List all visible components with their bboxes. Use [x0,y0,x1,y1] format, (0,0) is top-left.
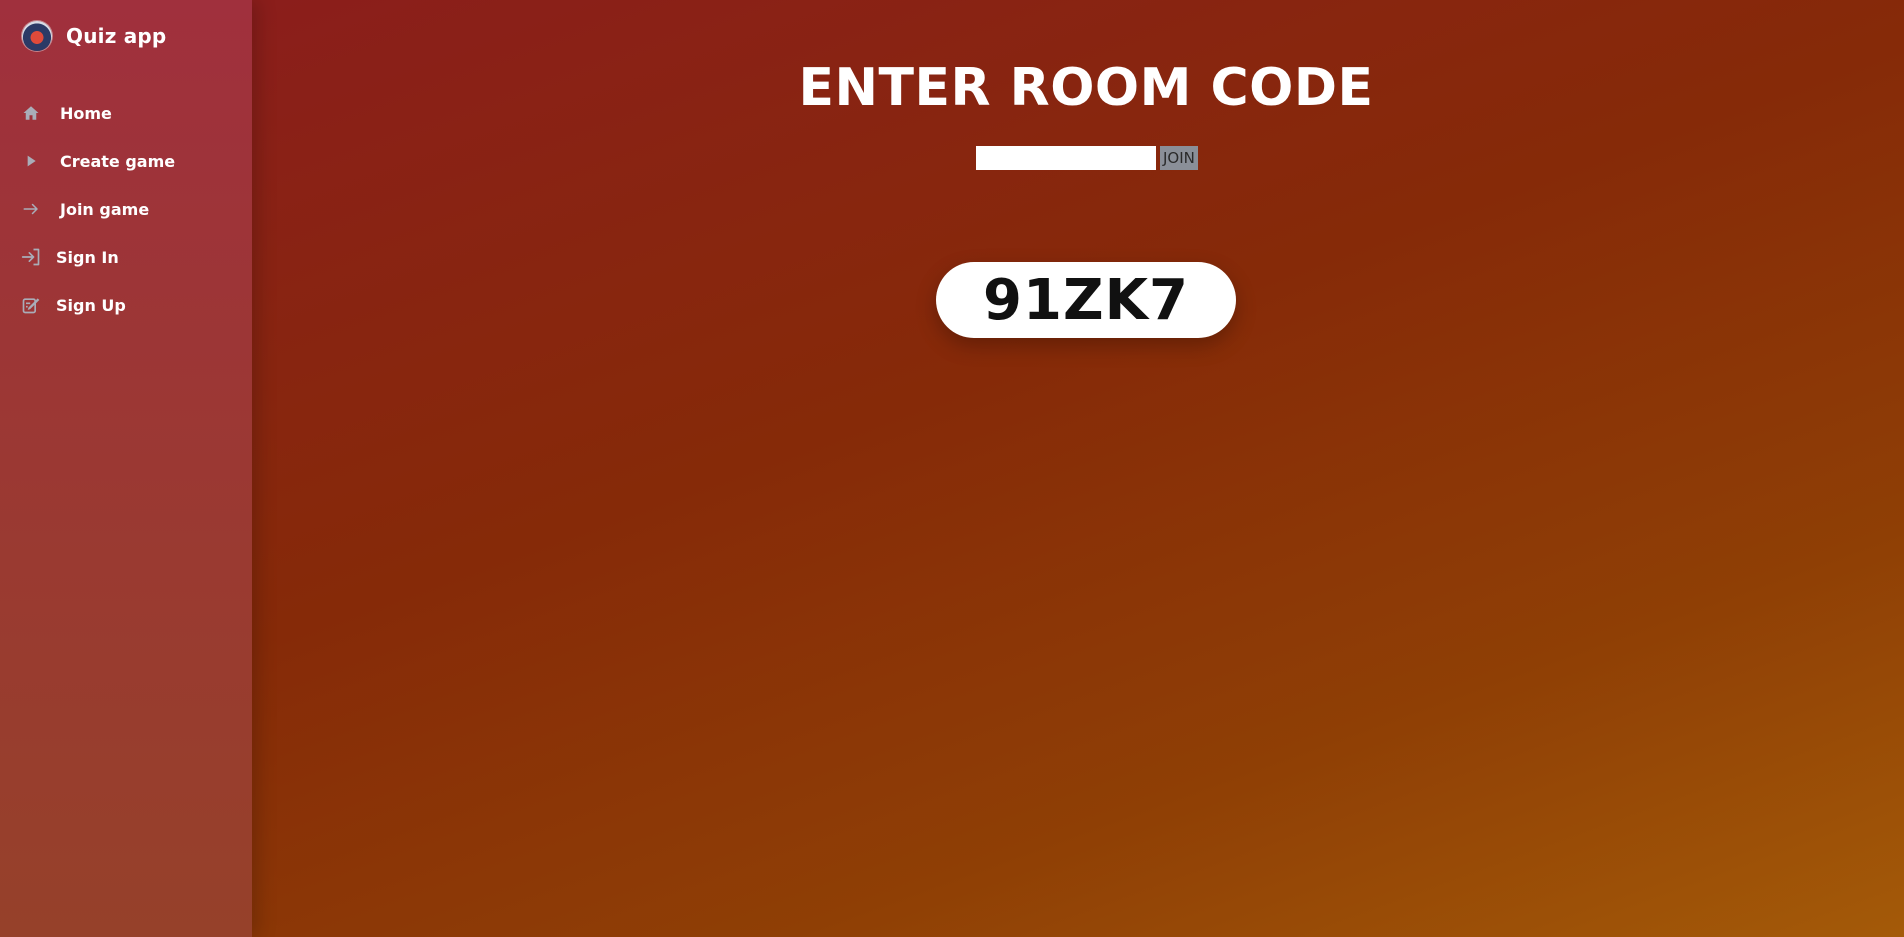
sidebar-item-home[interactable]: Home [20,98,112,128]
sidebar-item-label: Home [60,103,112,123]
sidebar-item-create-game[interactable]: Create game [20,146,175,176]
play-icon [20,150,42,172]
sidebar: Quiz app Home Create game Join game Sign… [0,0,252,937]
app-title: Quiz app [66,24,167,48]
page-title: ENTER ROOM CODE [798,58,1374,118]
room-code-badge: 91ZK7 [936,262,1236,338]
sign-up-icon [20,294,42,316]
arrow-right-icon [20,198,42,220]
sidebar-item-label: Create game [60,151,176,171]
sidebar-item-label: Sign In [56,247,119,267]
sign-in-icon [20,246,42,268]
sidebar-item-sign-up[interactable]: Sign Up [20,290,126,320]
app-root: Quiz app Home Create game Join game Sign… [0,0,1904,937]
home-icon [20,102,42,124]
sidebar-item-sign-in[interactable]: Sign In [20,242,119,272]
sidebar-item-join-game[interactable]: Join game [20,194,149,224]
room-code-input[interactable] [976,146,1156,170]
sidebar-item-label: Join game [60,199,150,219]
join-form: JOIN [976,146,1198,170]
main-content: ENTER ROOM CODE JOIN 91ZK7 [252,0,1904,937]
quiz-logo-icon [22,21,52,51]
brand[interactable]: Quiz app [22,20,166,52]
join-button[interactable]: JOIN [1160,146,1198,170]
sidebar-item-label: Sign Up [56,295,126,315]
